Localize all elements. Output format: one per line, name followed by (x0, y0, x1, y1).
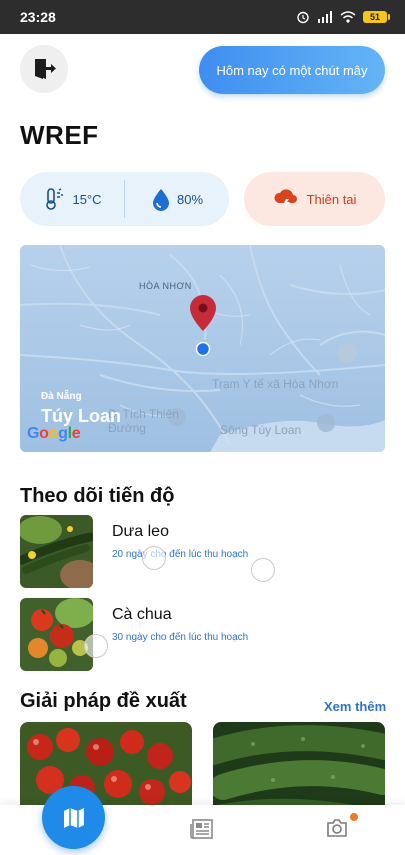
water-drop-icon (152, 189, 169, 211)
progress-title: Theo dõi tiến độ (20, 485, 175, 507)
map-city: Đà Nẵng (41, 391, 82, 402)
app-screen: 23:28 51 Hôm nay có một chút mây WREF 15… (0, 0, 405, 855)
crop-name: Cà chua (112, 606, 172, 623)
progress-indicator (251, 558, 275, 582)
crop-item-tomato[interactable]: Cà chua 30 ngày cho đến lúc thu hoạch (20, 598, 385, 672)
camera-icon (327, 819, 347, 837)
wifi-icon (340, 11, 356, 23)
weather-summary-button[interactable]: Hôm nay có một chút mây (199, 46, 385, 94)
temperature-value: 15°C (72, 191, 102, 207)
humidity-stat: 80% (125, 187, 229, 211)
progress-indicator (84, 634, 108, 658)
temperature-stat: 15°C (20, 187, 124, 211)
nav-camera-button[interactable] (326, 818, 348, 843)
google-logo: Google (27, 425, 81, 442)
location-map[interactable]: HÒA NHƠN Trạm Y tế xã Hòa Nhơn Di Tích T… (20, 245, 385, 452)
weather-stats-card: 15°C 80% (20, 172, 229, 226)
map-poi-river: Sông Túy Loan (220, 423, 302, 437)
nav-map-button[interactable] (42, 786, 105, 849)
battery-icon: 51 (363, 11, 390, 23)
cucumber-thumbnail (20, 515, 93, 588)
map-area-label: HÒA NHƠN (139, 281, 192, 291)
status-bar: 23:28 51 (0, 0, 405, 34)
crop-harvest-note: 30 ngày cho đến lúc thu hoạch (112, 632, 249, 643)
progress-indicator (142, 546, 166, 570)
see-more-link[interactable]: Xem thêm (324, 699, 386, 714)
crop-item-cucumber[interactable]: Dưa leo 20 ngày cho đến lúc thu hoạch (20, 515, 385, 589)
tomato-thumbnail (20, 598, 93, 671)
humidity-value: 80% (176, 191, 204, 207)
notification-dot (350, 813, 358, 821)
alarm-icon (297, 11, 309, 24)
status-time: 23:28 (20, 9, 56, 25)
newspaper-icon (190, 819, 213, 839)
signal-icon (318, 11, 332, 23)
map-place-name: Túy Loan (41, 406, 121, 426)
nav-news-button[interactable] (190, 818, 214, 845)
logout-button[interactable] (20, 45, 68, 93)
crop-harvest-note: 20 ngày cho đến lúc thu hoạch (112, 549, 249, 560)
solutions-title: Giải pháp đề xuất (20, 690, 187, 712)
map-icon (63, 807, 84, 828)
map-poi-clinic: Trạm Y tế xã Hòa Nhơn (212, 377, 339, 391)
exit-door-icon (35, 59, 56, 79)
app-title: WREF (20, 120, 99, 150)
disaster-button[interactable]: Thiên tai (244, 172, 385, 226)
storm-cloud-icon (274, 189, 297, 210)
status-icons: 51 (296, 10, 390, 24)
crop-name: Dưa leo (112, 523, 169, 540)
weather-summary-text: Hôm nay có một chút mây (216, 62, 368, 78)
thermometer-icon (46, 188, 64, 210)
disaster-label: Thiên tai (306, 191, 357, 207)
